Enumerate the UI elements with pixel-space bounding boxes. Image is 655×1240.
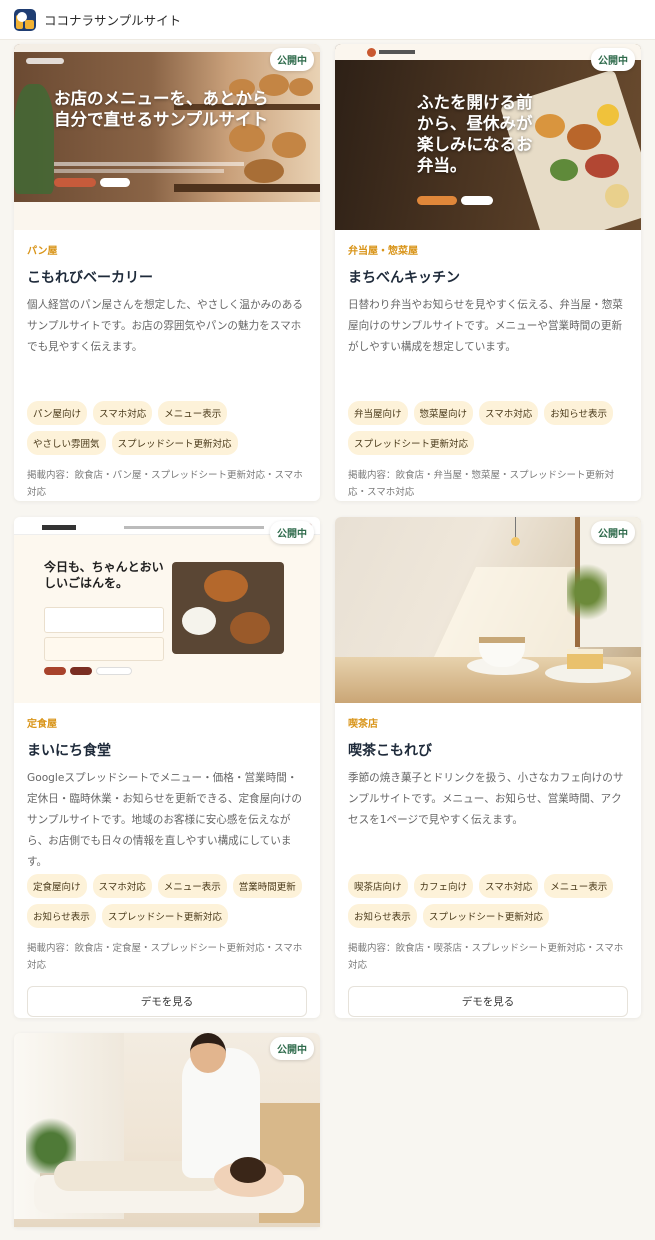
tag: スマホ対応 [479, 874, 539, 898]
card-description: Googleスプレッドシートでメニュー・価格・営業時間・定休日・臨時休業・お知ら… [27, 772, 303, 868]
card-meta: 掲載内容：飲食店・喫茶店・スプレッドシート更新対応・スマホ対応 [348, 943, 624, 971]
tag: スプレッドシート更新対応 [111, 431, 238, 455]
tag: 喫茶店向け [348, 874, 408, 898]
tag: スプレッドシート更新対応 [348, 431, 475, 455]
preview-heading: 今日も、ちゃんとおいしいごはんを。 [44, 560, 164, 590]
card-thumbnail[interactable]: ふたを開ける前から、昼休みが楽しみになるお弁当。 公開中 [335, 44, 641, 230]
sample-card-bakery: お店のメニューを、あとから自分で直せるサンプルサイト 公開中 パン屋 こもれびベ… [14, 44, 320, 501]
tag: やさしい雰囲気 [27, 431, 106, 455]
demo-button[interactable]: デモを見る [27, 986, 307, 1017]
tag: スマホ対応 [479, 401, 539, 425]
card-title: まいにち食堂 [27, 743, 111, 759]
sample-card-cafe: 公開中 喫茶店 喫茶こもれび 季節の焼き菓子とドリンクを扱う、小さなカフェ向けの… [335, 517, 641, 1018]
status-badge: 公開中 [270, 521, 314, 544]
tag: 弁当屋向け [348, 401, 408, 425]
card-description: 季節の焼き菓子とドリンクを扱う、小さなカフェ向けのサンプルサイトです。メニュー、… [348, 772, 624, 826]
tag: メニュー表示 [157, 874, 227, 898]
sample-card-massage: 公開中 [14, 1033, 320, 1227]
tag: メニュー表示 [158, 401, 228, 425]
card-description: 日替わり弁当やお知らせを見やすく伝える、弁当屋・惣菜屋向けのサンプルサイトです。… [348, 299, 623, 353]
card-meta: 掲載内容：飲食店・定食屋・スプレッドシート更新対応・スマホ対応 [27, 943, 303, 971]
tag: カフェ向け [413, 874, 474, 898]
card-thumbnail[interactable]: 公開中 [335, 517, 641, 703]
status-badge: 公開中 [591, 521, 635, 544]
site-logo-icon[interactable] [14, 8, 36, 31]
tag-list: 弁当屋向け 惣菜屋向け スマホ対応 お知らせ表示 スプレッドシート更新対応 [348, 401, 628, 455]
tag: お知らせ表示 [544, 401, 614, 425]
tag: パン屋向け [27, 401, 87, 425]
tag: スマホ対応 [92, 874, 152, 898]
tag: お知らせ表示 [27, 904, 96, 928]
tag-list: パン屋向け スマホ対応 メニュー表示 やさしい雰囲気 スプレッドシート更新対応 [27, 401, 307, 455]
preview-heading: ふたを開ける前から、昼休みが楽しみになるお弁当。 [417, 93, 533, 175]
preview-heading: お店のメニューを、あとから自分で直せるサンプルサイト [54, 89, 269, 129]
card-meta: 掲載内容：飲食店・パン屋・スプレッドシート更新対応・スマホ対応 [27, 470, 303, 498]
card-thumbnail[interactable]: お店のメニューを、あとから自分で直せるサンプルサイト 公開中 [14, 44, 320, 230]
status-badge: 公開中 [270, 1037, 314, 1060]
sample-card-bento: ふたを開ける前から、昼休みが楽しみになるお弁当。 公開中 弁当屋・惣菜屋 まちべ… [335, 44, 641, 501]
tag: スマホ対応 [92, 401, 153, 425]
card-thumbnail[interactable]: 公開中 [14, 1033, 320, 1227]
site-title[interactable]: ココナラサンプルサイト [44, 10, 181, 29]
card-category: 定食屋 [27, 719, 57, 730]
card-category: 弁当屋・惣菜屋 [348, 246, 418, 257]
sample-card-teishoku: 今日も、ちゃんとおいしいごはんを。 公開中 定食屋 まいにち食堂 Googleス… [14, 517, 320, 1018]
tag-list: 定食屋向け スマホ対応 メニュー表示 営業時間更新 お知らせ表示 スプレッドシー… [27, 874, 307, 928]
card-title: こもれびベーカリー [27, 270, 153, 286]
card-title: まちべんキッチン [348, 270, 460, 286]
site-header: ココナラサンプルサイト [0, 0, 655, 40]
card-meta: 掲載内容：飲食店・弁当屋・惣菜屋・スプレッドシート更新対応・スマホ対応 [348, 470, 615, 498]
tag-list: 喫茶店向け カフェ向け スマホ対応 メニュー表示 お知らせ表示 スプレッドシート… [348, 874, 628, 928]
status-badge: 公開中 [270, 48, 314, 71]
tag: 定食屋向け [27, 874, 87, 898]
card-thumbnail[interactable]: 今日も、ちゃんとおいしいごはんを。 公開中 [14, 517, 320, 703]
tag: 営業時間更新 [232, 874, 302, 898]
tag: スプレッドシート更新対応 [422, 904, 549, 928]
status-badge: 公開中 [591, 48, 635, 71]
tag: お知らせ表示 [348, 904, 417, 928]
demo-button[interactable]: デモを見る [348, 986, 628, 1017]
card-title: 喫茶こもれび [348, 743, 432, 759]
tag: メニュー表示 [544, 874, 614, 898]
card-category: 喫茶店 [348, 719, 378, 730]
card-description: 個人経営のパン屋さんを想定した、やさしく温かみのあるサンプルサイトです。お店の雰… [27, 299, 303, 353]
card-category: パン屋 [27, 246, 58, 257]
tag: 惣菜屋向け [413, 401, 474, 425]
tag: スプレッドシート更新対応 [101, 904, 228, 928]
